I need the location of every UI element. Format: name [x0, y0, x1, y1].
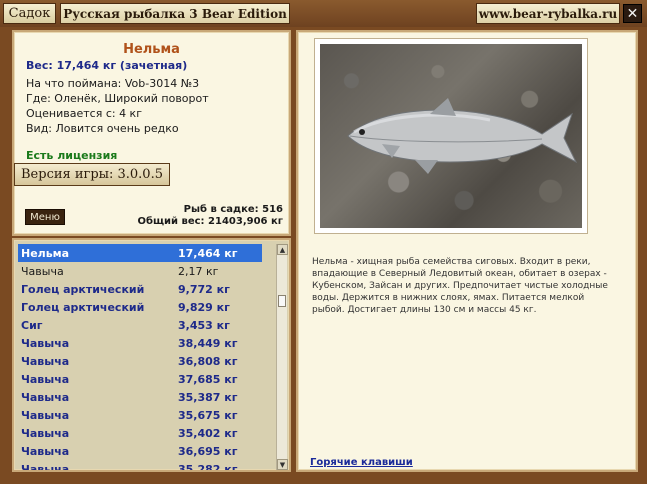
list-item[interactable]: Нельма 17,464 кг: [18, 244, 262, 262]
list-item[interactable]: Голец арктический 9,772 кг: [18, 280, 262, 298]
list-item-weight: 36,808 кг: [178, 354, 238, 368]
site-url-link[interactable]: www.bear-rybalka.ru: [476, 3, 620, 24]
fish-photo-frame: [314, 38, 588, 234]
list-item-name: Чавыча: [21, 444, 70, 458]
list-item[interactable]: Чавыча 38,449 кг: [18, 334, 262, 352]
value-threshold: Оценивается с: 4 кг: [26, 107, 142, 120]
game-version-badge: Версия игры: 3.0.0.5: [14, 163, 170, 186]
list-item[interactable]: Чавыча 36,695 кг: [18, 442, 262, 460]
list-item-weight: 17,464 кг: [178, 246, 238, 260]
list-item-weight: 9,829 кг: [178, 300, 230, 314]
list-item-weight: 35,282 кг: [178, 462, 238, 471]
list-scrollbar[interactable]: ▲ ▼: [276, 244, 288, 470]
list-item-name: Чавыча: [21, 426, 70, 440]
fish-description: Нельма - хищная рыба семейства сиговых. …: [312, 257, 608, 315]
list-item-weight: 36,695 кг: [178, 444, 238, 458]
list-item[interactable]: Чавыча 35,387 кг: [18, 388, 262, 406]
fish-list-panel: Нельма 17,464 кг Чавыча 2,17 кг Голец арктич…: [12, 238, 291, 472]
fish-name: Нельма: [123, 42, 180, 57]
caught-with: На что поймана: Vob-3014 №3: [26, 77, 200, 90]
list-item[interactable]: Голец арктический 9,829 кг: [18, 298, 262, 316]
list-item-weight: 9,772 кг: [178, 282, 230, 296]
list-item-weight: 35,402 кг: [178, 426, 238, 440]
total-weight: Общий вес: 21403,906 кг: [137, 216, 283, 227]
title-bar: Садок Русская рыбалка 3 Bear Edition www…: [0, 0, 647, 27]
list-item-weight: 37,685 кг: [178, 372, 238, 386]
fish-count: Рыб в садке: 516: [183, 204, 283, 215]
scroll-down-icon[interactable]: ▼: [277, 459, 288, 470]
scroll-up-icon[interactable]: ▲: [277, 244, 288, 255]
list-item-name: Нельма: [21, 246, 70, 260]
list-item-weight: 3,453 кг: [178, 318, 230, 332]
catch-location: Где: Оленёк, Широкий поворот: [26, 92, 209, 105]
fish-photo: [320, 44, 582, 228]
list-item[interactable]: Чавыча 35,402 кг: [18, 424, 262, 442]
fish-weight: Вес: 17,464 кг (зачетная): [26, 59, 188, 72]
close-icon[interactable]: ✕: [623, 4, 642, 23]
list-item-name: Чавыча: [21, 354, 70, 368]
list-item-weight: 2,17 кг: [178, 264, 219, 278]
list-item-weight: 38,449 кг: [178, 336, 238, 350]
list-item-name: Голец арктический: [21, 282, 145, 296]
list-item-name: Чавыча: [21, 336, 70, 350]
list-item-name: Чавыча: [21, 264, 64, 278]
list-item-name: Чавыча: [21, 408, 70, 422]
rarity: Вид: Ловится очень редко: [26, 122, 179, 135]
list-item-name: Чавыча: [21, 390, 70, 404]
list-item[interactable]: Сиг 3,453 кг: [18, 316, 262, 334]
app-title: Русская рыбалка 3 Bear Edition: [60, 3, 290, 24]
list-item[interactable]: Чавыча 35,282 кг: [18, 460, 262, 471]
list-item-name: Чавыча: [21, 372, 70, 386]
fish-photo-panel: Нельма - хищная рыба семейства сиговых. …: [296, 30, 638, 472]
fish-list[interactable]: Нельма 17,464 кг Чавыча 2,17 кг Голец арктич…: [18, 244, 262, 470]
license-status: Есть лицензия: [26, 149, 118, 162]
fish-info-panel: Нельма Вес: 17,464 кг (зачетная) На что …: [12, 30, 291, 236]
list-item-weight: 35,675 кг: [178, 408, 238, 422]
list-item[interactable]: Чавыча 2,17 кг: [18, 262, 262, 280]
list-item[interactable]: Чавыча 36,808 кг: [18, 352, 262, 370]
hotkeys-link[interactable]: Горячие клавиши: [310, 457, 413, 468]
menu-button[interactable]: Меню: [25, 209, 65, 225]
fish-image-icon: [347, 98, 578, 174]
list-item-name: Чавыча: [21, 462, 70, 471]
list-item-weight: 35,387 кг: [178, 390, 238, 404]
sadok-button[interactable]: Садок: [3, 3, 56, 24]
list-item-name: Сиг: [21, 318, 43, 332]
list-item[interactable]: Чавыча 37,685 кг: [18, 370, 262, 388]
list-item[interactable]: Чавыча 35,675 кг: [18, 406, 262, 424]
scroll-thumb[interactable]: [278, 295, 286, 307]
list-item-name: Голец арктический: [21, 300, 145, 314]
